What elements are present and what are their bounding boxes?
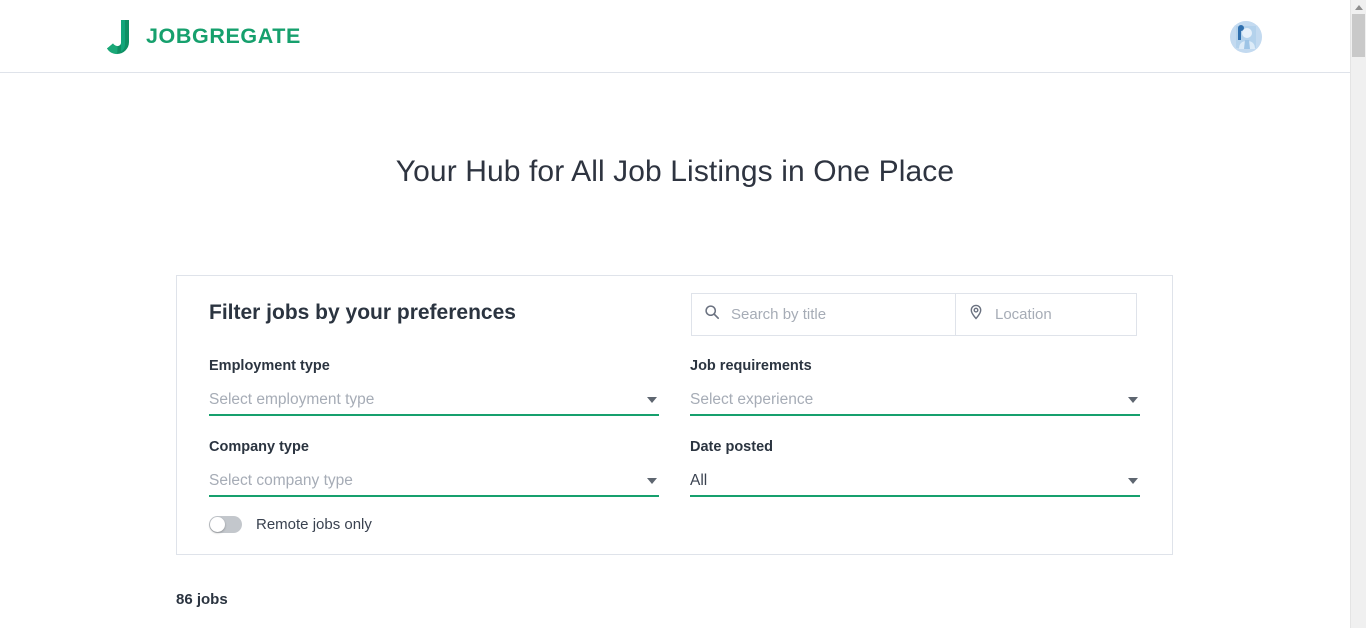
select-value: All — [690, 472, 708, 489]
field-company-type: Company type Select company type — [209, 439, 659, 497]
toggle-knob — [210, 517, 225, 532]
location-pin-icon — [968, 304, 993, 325]
date-posted-select[interactable]: All — [690, 467, 1140, 497]
remote-jobs-toggle-row[interactable]: Remote jobs only — [209, 516, 372, 533]
vertical-scrollbar[interactable] — [1350, 0, 1366, 628]
remote-jobs-toggle[interactable] — [209, 516, 242, 533]
field-date-posted: Date posted All — [690, 439, 1140, 497]
avatar[interactable] — [1230, 21, 1262, 53]
jobs-count: 86 jobs — [176, 591, 228, 608]
select-value: Select employment type — [209, 391, 375, 408]
site-header: JOBGREGATE — [0, 0, 1350, 73]
brand-name: JOBGREGATE — [146, 24, 301, 49]
remote-jobs-toggle-label: Remote jobs only — [256, 516, 372, 533]
search-icon — [704, 304, 729, 325]
chevron-down-icon — [647, 478, 657, 484]
chevron-down-icon — [1128, 397, 1138, 403]
select-value: Select company type — [209, 472, 353, 489]
page-content: JOBGREGATE Your Hub for All Job Listings… — [0, 0, 1350, 628]
browser-viewport: JOBGREGATE Your Hub for All Job Listings… — [0, 0, 1366, 628]
employment-type-select[interactable]: Select employment type — [209, 386, 659, 416]
chevron-down-icon — [1128, 478, 1138, 484]
location-input[interactable] — [993, 305, 1124, 324]
j-letter-logo-icon — [104, 18, 132, 56]
field-employment-type: Employment type Select employment type — [209, 358, 659, 416]
chevron-down-icon — [647, 397, 657, 403]
field-label: Company type — [209, 439, 309, 455]
brand-logo-link[interactable]: JOBGREGATE — [104, 18, 301, 56]
company-type-select[interactable]: Select company type — [209, 467, 659, 497]
job-requirements-select[interactable]: Select experience — [690, 386, 1140, 416]
location-box[interactable] — [956, 293, 1137, 336]
select-value: Select experience — [690, 391, 814, 408]
field-label: Employment type — [209, 358, 330, 374]
field-label: Job requirements — [690, 358, 812, 374]
filter-card-title: Filter jobs by your preferences — [209, 301, 516, 324]
page-title: Your Hub for All Job Listings in One Pla… — [395, 155, 955, 188]
scroll-up-arrow-icon[interactable] — [1351, 0, 1366, 14]
scrollbar-thumb[interactable] — [1352, 14, 1365, 57]
search-title-box[interactable] — [691, 293, 956, 336]
field-job-requirements: Job requirements Select experience — [690, 358, 1140, 416]
search-input[interactable] — [729, 305, 943, 324]
filter-card: Filter jobs by your preferences Search b… — [176, 275, 1173, 555]
field-label: Date posted — [690, 439, 773, 455]
search-group — [691, 293, 1137, 336]
